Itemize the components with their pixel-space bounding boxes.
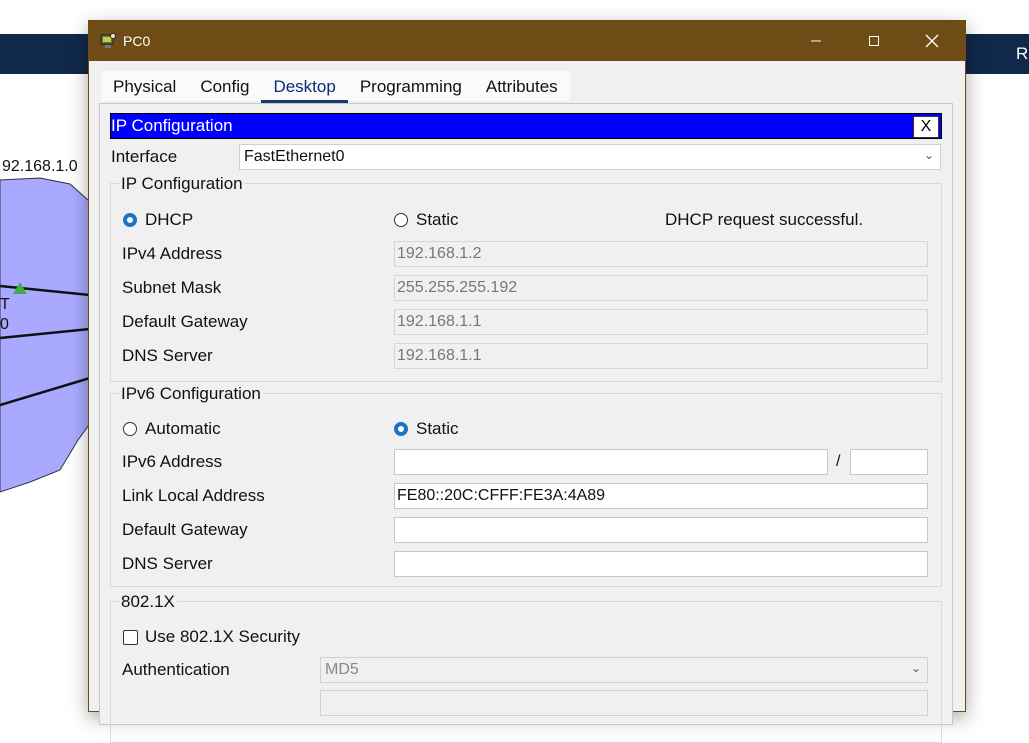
static-ipv6-label: Static bbox=[416, 419, 459, 438]
authentication-select[interactable]: MD5 ⌄ bbox=[320, 657, 928, 683]
tab-attributes[interactable]: Attributes bbox=[474, 71, 570, 101]
device-label-fragment: 0 bbox=[0, 316, 9, 333]
background-toolbar-text: R bbox=[1016, 44, 1029, 63]
dhcp-radio[interactable] bbox=[123, 213, 137, 227]
dhcp-status-text: DHCP request successful. bbox=[665, 210, 864, 229]
device-label-fragment: T bbox=[0, 296, 10, 313]
ipv4-default-gateway-value: 192.168.1.1 bbox=[397, 313, 482, 330]
chevron-down-icon: ⌄ bbox=[923, 148, 934, 162]
use-dot1x-label: Use 802.1X Security bbox=[145, 627, 300, 646]
ipv4-dns-server-field[interactable]: 192.168.1.1 bbox=[394, 343, 928, 369]
ipv4-address-field[interactable]: 192.168.1.2 bbox=[394, 241, 928, 267]
ipv4-address-label: IPv4 Address bbox=[122, 244, 223, 263]
pc0-window: PC0 Physical Config Desktop Programming … bbox=[88, 20, 966, 743]
tab-desktop[interactable]: Desktop bbox=[261, 71, 349, 103]
interface-select[interactable]: FastEthernet0 ⌄ bbox=[239, 144, 941, 170]
authentication-label: Authentication bbox=[122, 660, 230, 679]
interface-value: FastEthernet0 bbox=[244, 148, 345, 165]
network-address-label: 92.168.1.0 bbox=[2, 158, 78, 175]
automatic-ipv6-label: Automatic bbox=[145, 419, 221, 438]
maximize-icon bbox=[869, 36, 879, 46]
ipv6-dns-server-label: DNS Server bbox=[122, 554, 213, 573]
minimize-button[interactable] bbox=[787, 21, 845, 61]
link-local-address-label: Link Local Address bbox=[122, 486, 265, 505]
static-ipv4-radio[interactable] bbox=[394, 213, 408, 227]
link-local-address-value: FE80::20C:CFFF:FE3A:4A89 bbox=[397, 487, 606, 504]
maximize-button[interactable] bbox=[845, 21, 903, 61]
window-title: PC0 bbox=[123, 33, 151, 49]
ipv6-address-field[interactable] bbox=[394, 449, 828, 475]
desktop-panel: IP Configuration X Interface FastEtherne… bbox=[99, 103, 953, 743]
ipv6-address-label: IPv6 Address bbox=[122, 452, 223, 471]
ip-configuration-title: IP Configuration bbox=[111, 116, 233, 135]
ipv4-group-title: IP Configuration bbox=[119, 174, 245, 194]
ipv4-default-gateway-label: Default Gateway bbox=[122, 312, 248, 331]
pc-app-icon bbox=[100, 33, 116, 48]
tab-config[interactable]: Config bbox=[188, 71, 261, 101]
ipv6-default-gateway-field[interactable] bbox=[394, 517, 928, 543]
ip-configuration-header: IP Configuration X bbox=[110, 113, 942, 139]
ipv4-configuration-group: IP Configuration DHCP Static DHCP reques… bbox=[110, 174, 942, 382]
ipv4-dns-server-label: DNS Server bbox=[122, 346, 213, 365]
subnet-mask-field[interactable]: 255.255.255.192 bbox=[394, 275, 928, 301]
close-ip-config-button[interactable]: X bbox=[913, 116, 939, 138]
ipv6-prefix-field[interactable] bbox=[850, 449, 928, 475]
minimize-icon bbox=[811, 40, 821, 42]
dot1x-group-title: 802.1X bbox=[119, 592, 177, 612]
dot1x-group: 802.1X Use 802.1X Security Authenticatio… bbox=[110, 592, 942, 743]
link-local-address-field[interactable]: FE80::20C:CFFF:FE3A:4A89 bbox=[394, 483, 928, 509]
dhcp-label: DHCP bbox=[145, 210, 194, 229]
ipv6-configuration-group: IPv6 Configuration Automatic Static IPv6… bbox=[110, 384, 942, 587]
prefix-separator: / bbox=[836, 453, 841, 470]
close-window-button[interactable] bbox=[903, 21, 961, 61]
use-dot1x-checkbox[interactable] bbox=[123, 630, 138, 645]
authentication-value: MD5 bbox=[325, 661, 359, 678]
subnet-mask-value: 255.255.255.192 bbox=[397, 279, 518, 296]
tab-programming[interactable]: Programming bbox=[348, 71, 474, 101]
network-cloud bbox=[0, 177, 100, 493]
ipv6-default-gateway-label: Default Gateway bbox=[122, 520, 248, 539]
close-icon bbox=[925, 34, 939, 48]
subnet-mask-label: Subnet Mask bbox=[122, 278, 222, 297]
window-titlebar[interactable]: PC0 bbox=[89, 21, 965, 61]
chevron-down-icon: ⌄ bbox=[910, 661, 921, 675]
ipv6-group-title: IPv6 Configuration bbox=[119, 384, 263, 404]
tab-physical[interactable]: Physical bbox=[101, 71, 188, 101]
ipv4-address-value: 192.168.1.2 bbox=[397, 245, 482, 262]
ipv4-default-gateway-field[interactable]: 192.168.1.1 bbox=[394, 309, 928, 335]
device-tabs: Physical Config Desktop Programming Attr… bbox=[101, 71, 570, 103]
static-ipv4-label: Static bbox=[416, 210, 459, 229]
interface-label: Interface bbox=[111, 147, 178, 166]
ipv6-dns-server-field[interactable] bbox=[394, 551, 928, 577]
static-ipv6-radio[interactable] bbox=[394, 422, 408, 436]
automatic-ipv6-radio[interactable] bbox=[123, 422, 137, 436]
ipv4-dns-server-value: 192.168.1.1 bbox=[397, 347, 482, 364]
